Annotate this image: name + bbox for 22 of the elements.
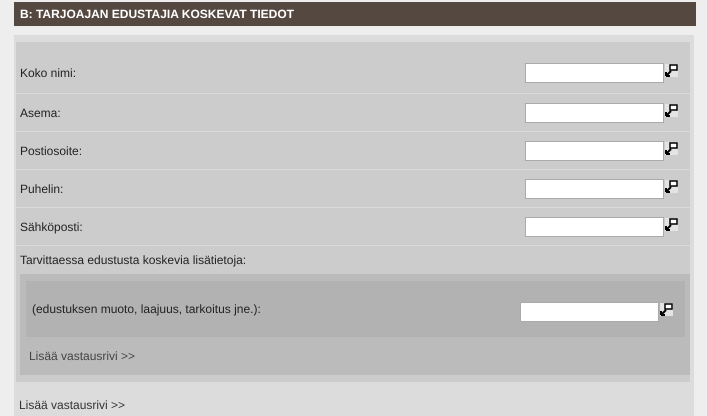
input-field[interactable]: [520, 302, 659, 322]
field-label: Puhelin:: [20, 182, 64, 196]
field-label: Postiosoite:: [20, 144, 82, 158]
expand-icon[interactable]: [665, 218, 678, 230]
add-row-link[interactable]: Lisää vastausrivi >>: [29, 349, 136, 363]
expand-icon[interactable]: [665, 142, 678, 154]
input-field[interactable]: [525, 62, 664, 82]
add-row-link[interactable]: Lisää vastausrivi >>: [19, 398, 126, 412]
expand-icon[interactable]: [665, 64, 678, 76]
field-label: (edustuksen muoto, laajuus, tarkoitus jne.):: [32, 302, 261, 316]
field-label: Sähköposti:: [20, 220, 83, 234]
section-title: B: TARJOAJAN EDUSTAJIA KOSKEVAT TIEDOT: [20, 7, 294, 21]
field-label: Koko nimi:: [20, 66, 76, 80]
field-label: Asema:: [20, 106, 61, 120]
expand-icon[interactable]: [660, 303, 673, 316]
subsection-label: Tarvittaessa edustusta koskevia lisätietoja:: [20, 253, 246, 267]
expand-icon[interactable]: [665, 104, 678, 116]
input-field[interactable]: [525, 102, 664, 122]
expand-icon[interactable]: [665, 180, 678, 192]
input-field[interactable]: [525, 140, 664, 160]
input-field[interactable]: [525, 178, 664, 198]
input-field[interactable]: [525, 216, 664, 236]
